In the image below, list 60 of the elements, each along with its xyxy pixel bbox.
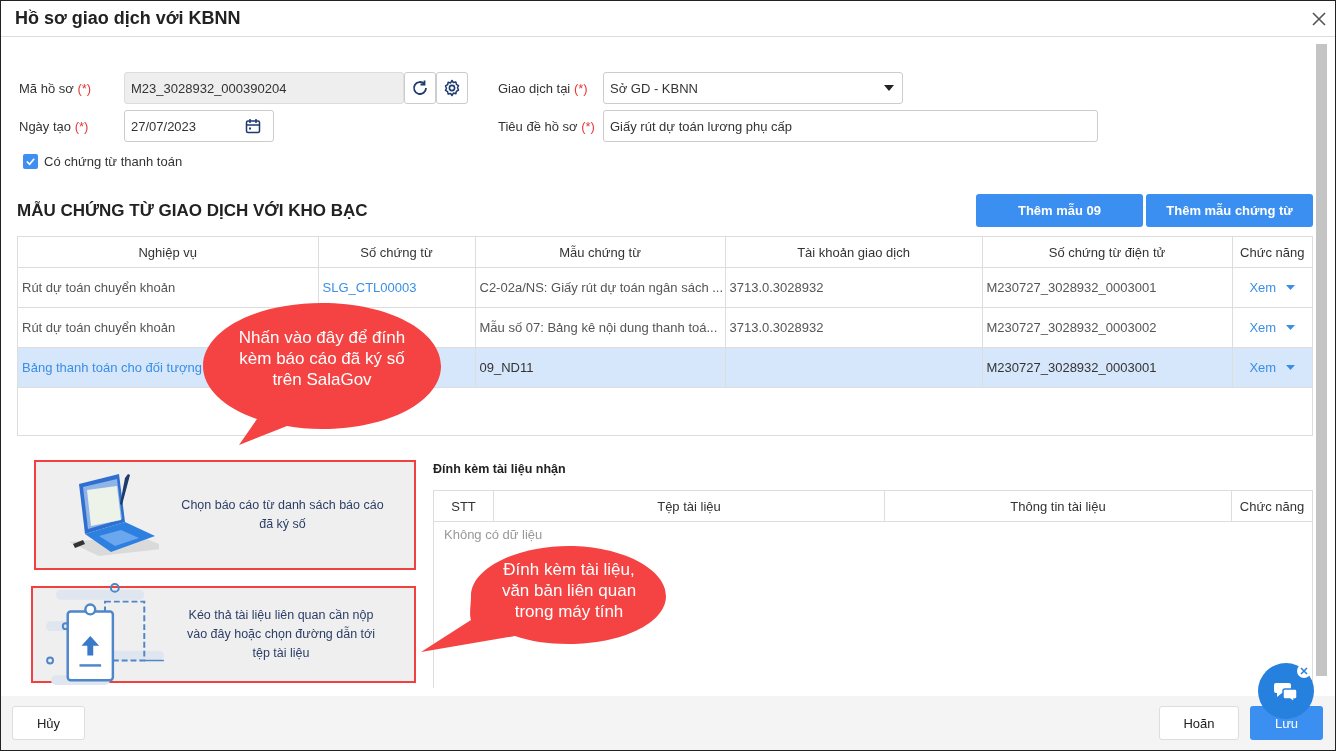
table-cell-text: Rút dự toán chuyển khoản	[22, 320, 176, 335]
postpone-button[interactable]: Hoãn	[1159, 706, 1239, 740]
window-title: Hồ sơ giao dịch với KBNN	[15, 8, 241, 29]
record-code-field[interactable]: M23_3028932_000390204	[124, 72, 404, 104]
caret-icon	[884, 85, 894, 91]
scrollbar[interactable]	[1316, 44, 1327, 676]
caret-icon	[1286, 325, 1296, 330]
column-header: Mẫu chứng từ	[475, 237, 725, 268]
refresh-button[interactable]	[404, 72, 436, 104]
empty-message: Không có dữ liệu	[443, 526, 544, 542]
field-label: Giao dịch tại	[498, 80, 571, 96]
table-cell-text: Mẫu số 07: Bảng kê nội dung thanh toá...	[479, 320, 718, 335]
view-dropdown[interactable]: Xem	[1249, 280, 1296, 295]
callout-text: Đính kèm tài liệu, văn bản liên quan trong máy tính	[500, 559, 638, 622]
cancel-button[interactable]: Hủy	[12, 706, 85, 740]
checkbox-label: Có chứng từ thanh toán	[44, 153, 183, 169]
table-link[interactable]: SLG_CTL00003	[322, 280, 417, 295]
field-label: Ngày tạo	[19, 118, 72, 134]
column-header: Số chứng từ	[318, 237, 475, 268]
callout-text: Nhấn vào đây để đính kèm báo cáo đã ký số trên SalaGov	[237, 327, 407, 390]
field-label: Tiêu đề hồ sơ	[498, 118, 578, 134]
calendar-icon	[245, 118, 261, 134]
column-header: Chức năng	[1238, 497, 1306, 516]
table-cell-text: 09_ND11	[479, 360, 534, 375]
table-cell-text: 3713.0.3028932	[729, 320, 824, 335]
caret-icon	[1286, 285, 1296, 290]
required-mark: (*)	[77, 80, 92, 96]
view-dropdown[interactable]: Xem	[1249, 320, 1296, 335]
refresh-icon	[411, 79, 429, 97]
required-mark: (*)	[74, 118, 89, 134]
table-cell-text: M230727_3028932_0003002	[986, 320, 1157, 335]
attach-option[interactable]: Chọn báo cáo từ danh sách báo cáo đã ký số	[34, 460, 416, 570]
close-icon[interactable]	[1297, 664, 1311, 678]
table-cell-text: 3713.0.3028932	[729, 280, 824, 295]
section-title: MẪU CHỨNG TỪ GIAO DỊCH VỚI KHO BẠC	[17, 200, 368, 221]
text-field[interactable]: Giấy rút dự toán lương phụ cấp	[603, 110, 1098, 142]
table-cell-text: M230727_3028932_0003001	[986, 280, 1157, 295]
checkbox[interactable]	[23, 153, 38, 169]
settings-icon	[443, 79, 461, 97]
column-header: Chức năng	[1232, 237, 1312, 268]
column-header: STT	[434, 491, 494, 521]
section-title: Đính kèm tài liệu nhận	[433, 462, 567, 478]
required-mark: (*)	[573, 80, 588, 96]
check-icon	[25, 155, 36, 167]
select-field[interactable]: Sở GD - KBNN	[603, 72, 903, 104]
table-cell-text: M230727_3028932_0003001	[986, 360, 1157, 375]
table-cell-text: C2-02a/NS: Giấy rút dự toán ngân sách ...	[479, 280, 724, 295]
column-header: Thông tin tài liệu	[885, 491, 1232, 521]
attach-option[interactable]: Kéo thả tài liệu liên quan cần nộp vào đây hoặc chọn đường dẫn tới tệp tài liệu	[31, 586, 416, 683]
column-header: Tài khoản giao dịch	[725, 237, 982, 268]
column-header: Tệp tài liệu	[494, 491, 885, 521]
date-field[interactable]: 27/07/2023	[124, 110, 274, 142]
column-header: Số chứng từ điện tử	[982, 237, 1232, 268]
table-cell-text: Rút dự toán chuyển khoản	[22, 280, 176, 295]
close-icon[interactable]	[1311, 10, 1327, 27]
field-label: Mã hồ sơ	[19, 80, 74, 96]
column-header: Nghiệp vụ	[18, 237, 318, 268]
required-mark: (*)	[581, 118, 595, 134]
caret-icon	[1286, 365, 1296, 370]
settings-button[interactable]	[436, 72, 468, 104]
